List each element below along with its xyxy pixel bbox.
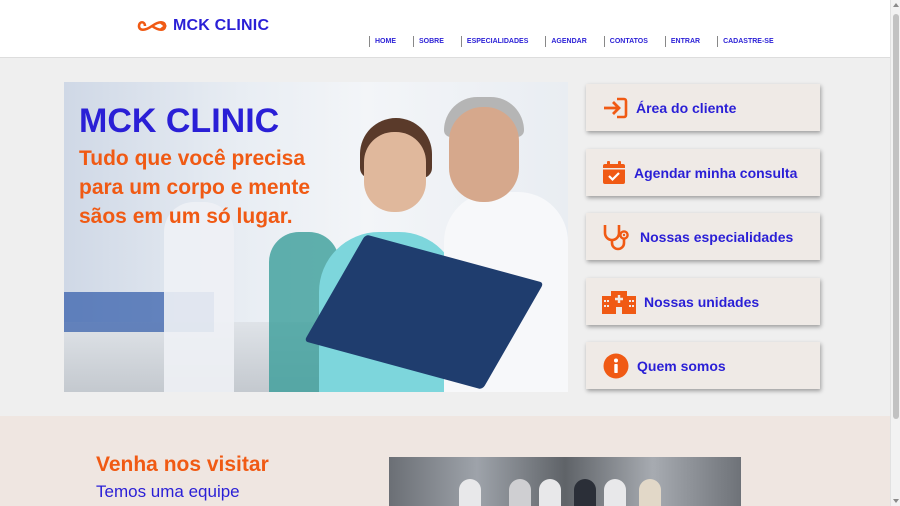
calendar-check-icon — [603, 160, 625, 184]
card-label: Nossas unidades — [644, 293, 760, 310]
nav-home[interactable]: HOME — [369, 36, 396, 47]
sign-in-icon — [604, 97, 628, 118]
nav-sobre[interactable]: SOBRE — [413, 36, 444, 47]
card-especialidades[interactable]: Nossas especialidades — [586, 213, 820, 260]
card-area-do-cliente[interactable]: Área do cliente — [586, 84, 820, 131]
hero-photo-figure — [449, 107, 519, 202]
hero-tagline: Tudo que você precisa para um corpo e me… — [79, 147, 311, 228]
team-photo-person — [639, 479, 661, 506]
nav-especialidades[interactable]: ESPECIALIDADES — [460, 36, 528, 47]
visit-section: Venha nos visitar Temos uma equipe — [0, 416, 890, 506]
card-label: Quem somos — [637, 357, 726, 374]
main-nav: HOME SOBRE ESPECIALIDADES AGENDAR CONTAT… — [369, 36, 774, 47]
team-photo-person — [574, 479, 596, 506]
hospital-icon — [602, 290, 636, 314]
logo[interactable]: MCK CLINIC — [137, 17, 269, 35]
card-label: Área do cliente — [636, 99, 737, 116]
card-quem-somos[interactable]: Quem somos — [586, 342, 820, 389]
scroll-up-arrow[interactable] — [893, 3, 899, 7]
infinity-icon — [137, 20, 167, 32]
stethoscope-icon — [603, 224, 629, 250]
card-agendar-consulta[interactable]: Agendar minha consulta — [586, 149, 820, 196]
visit-title: Venha nos visitar — [96, 453, 269, 476]
scroll-down-arrow[interactable] — [893, 499, 899, 503]
team-photo — [389, 457, 741, 506]
site-header: MCK CLINIC HOME SOBRE ESPECIALIDADES AGE… — [0, 0, 890, 58]
scroll-thumb[interactable] — [893, 14, 899, 419]
info-circle-icon — [603, 353, 629, 378]
nav-agendar[interactable]: AGENDAR — [545, 36, 587, 47]
visit-text: Temos uma equipe — [96, 482, 240, 501]
page-scrollbar[interactable] — [890, 0, 900, 506]
hero-photo-figure — [364, 132, 426, 212]
team-photo-person — [539, 479, 561, 506]
hero-banner: MCK CLINIC Tudo que você precisa para um… — [64, 82, 568, 392]
team-photo-person — [604, 479, 626, 506]
nav-contatos[interactable]: CONTATOS — [603, 36, 648, 47]
team-photo-person — [459, 479, 481, 506]
card-label: Agendar minha consulta — [634, 164, 798, 181]
hero-title: MCK CLINIC — [79, 102, 280, 140]
nav-entrar[interactable]: ENTRAR — [664, 36, 700, 47]
logo-text: MCK CLINIC — [173, 17, 270, 34]
team-photo-person — [509, 479, 531, 506]
card-unidades[interactable]: Nossas unidades — [586, 278, 820, 325]
nav-cadastre-se[interactable]: CADASTRE-SE — [717, 36, 774, 47]
card-label: Nossas especialidades — [640, 228, 794, 245]
